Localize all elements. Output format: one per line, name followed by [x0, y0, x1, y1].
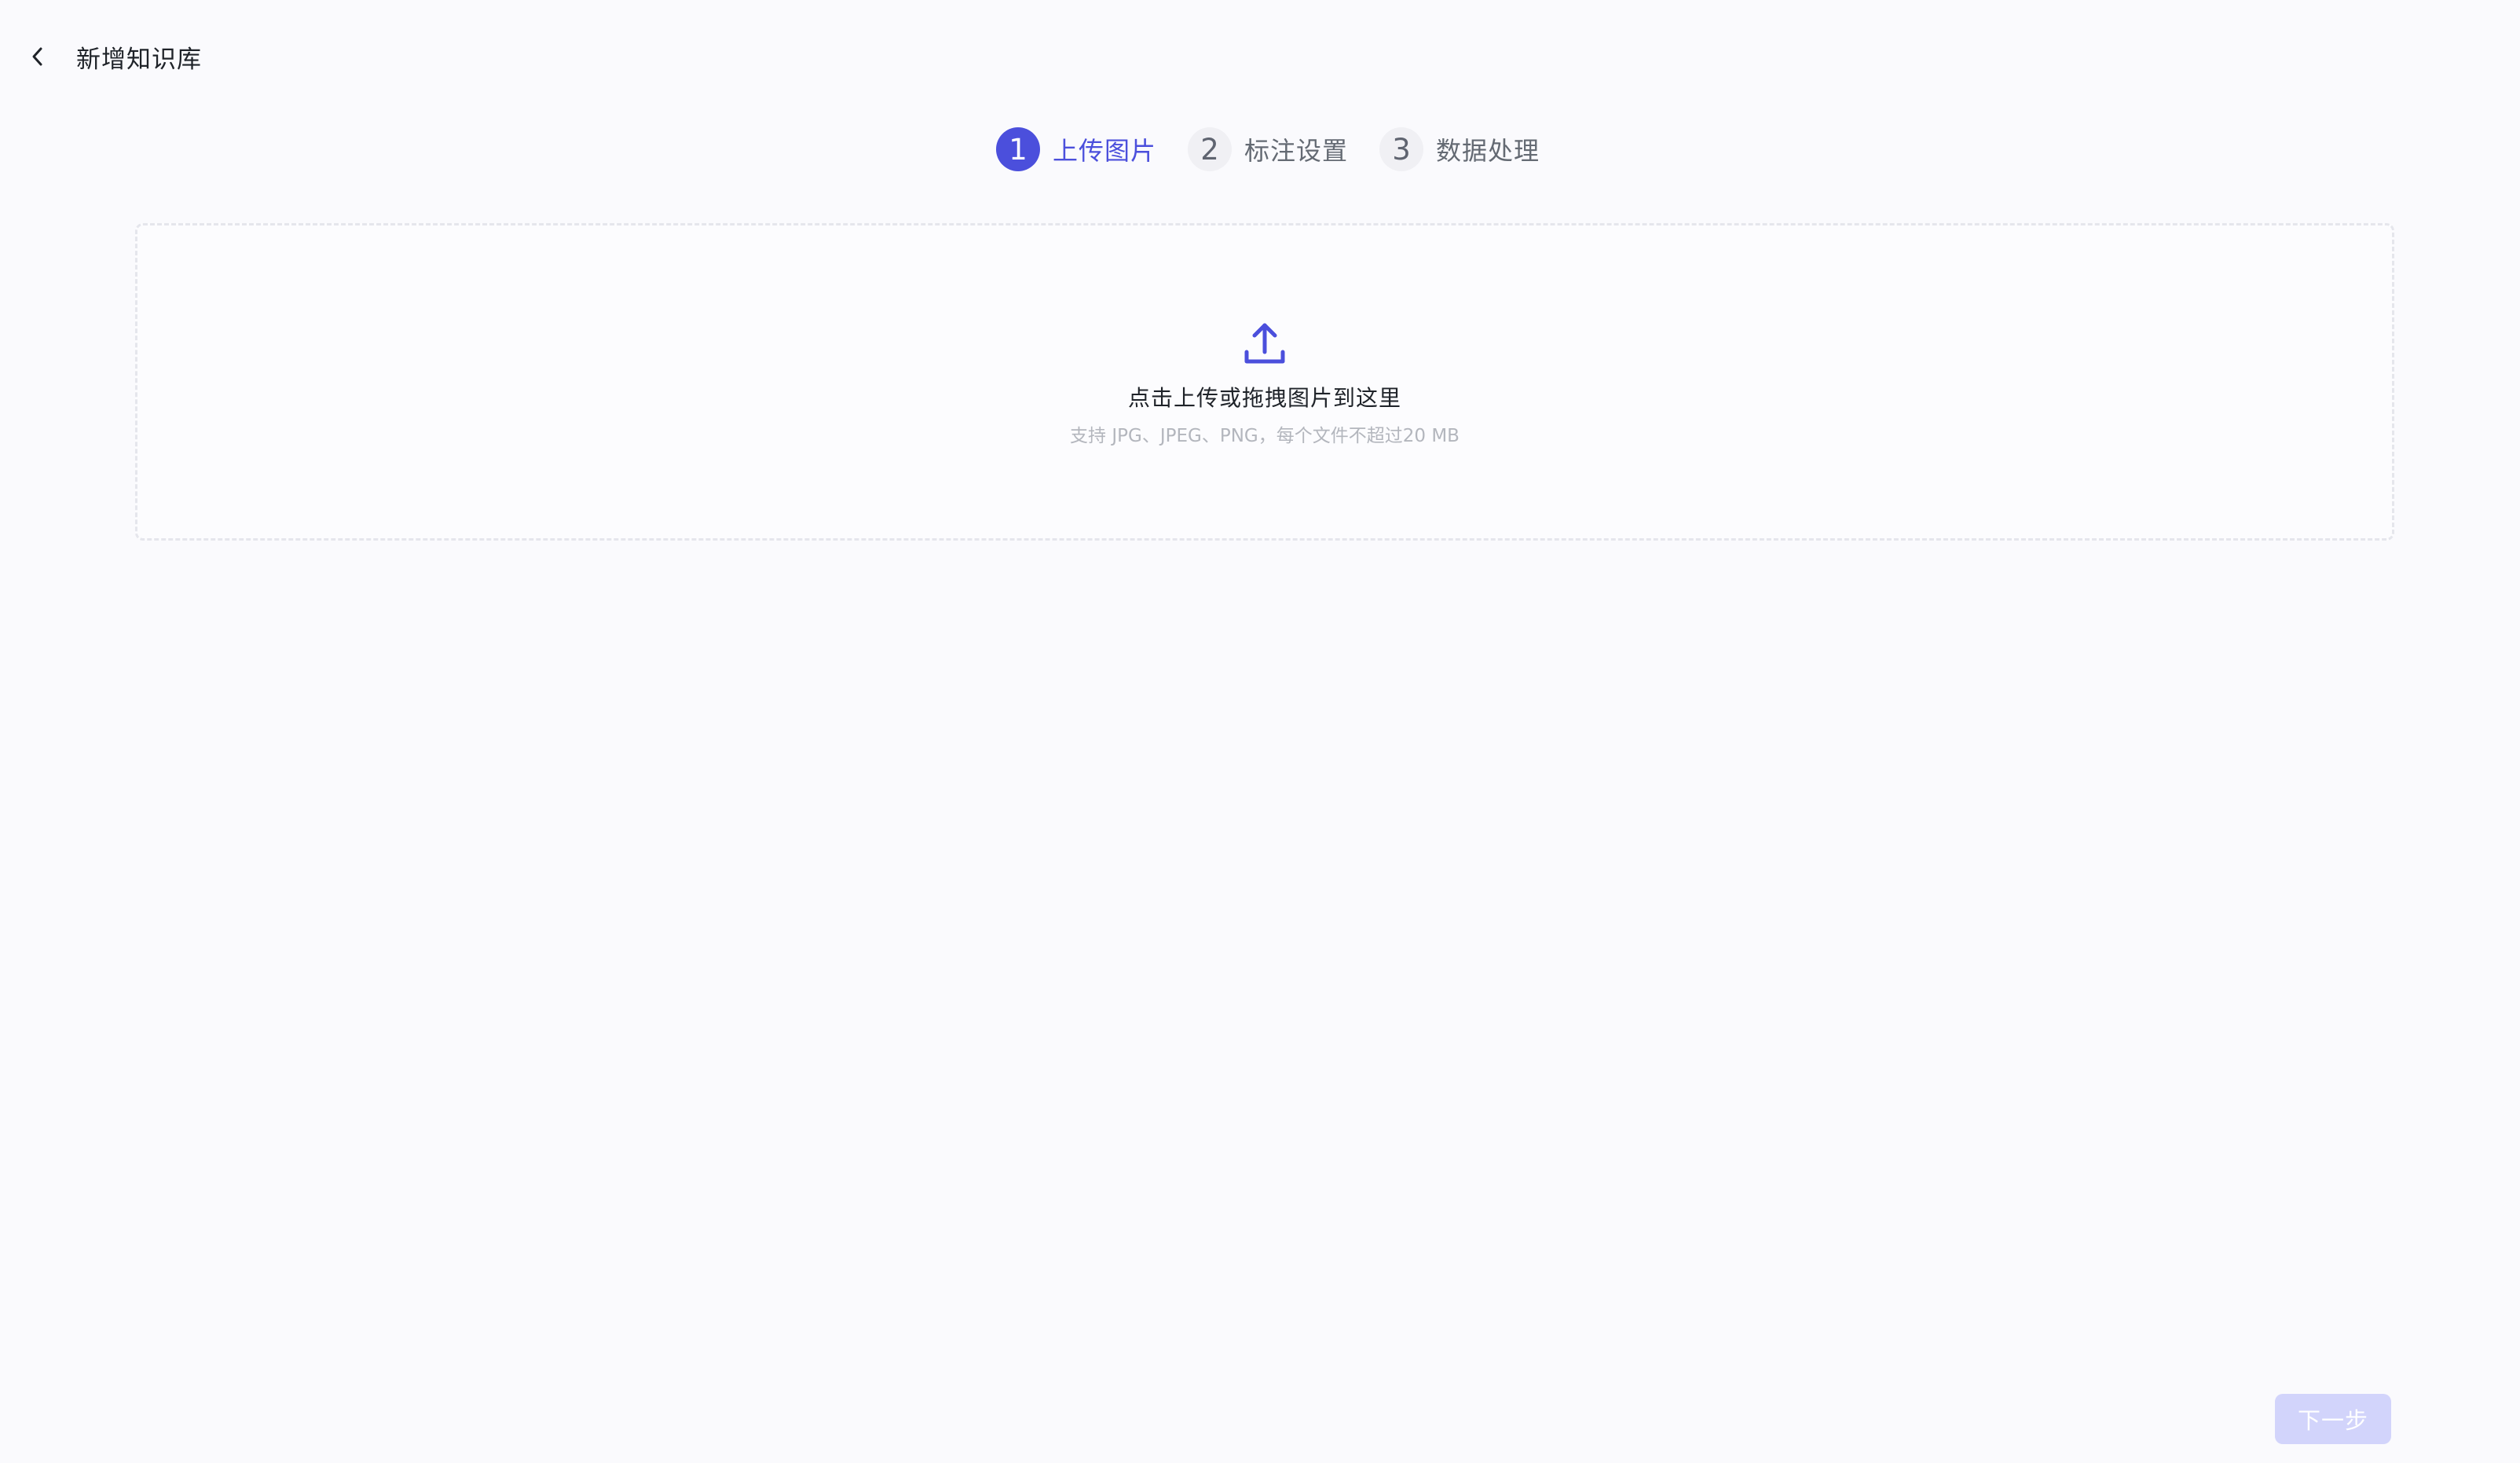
upload-title: 点击上传或拖拽图片到这里	[1127, 385, 1401, 411]
step-number: 1	[996, 127, 1040, 171]
step-label: 上传图片	[1053, 136, 1157, 166]
page-header: 新增知识库	[0, 0, 2520, 115]
step-data-processing: 3 数据处理	[1379, 127, 1540, 171]
step-annotation-settings: 2 标注设置	[1188, 127, 1348, 171]
upload-hint: 支持 JPG、JPEG、PNG，每个文件不超过20 MB	[1070, 426, 1460, 446]
chevron-left-icon	[32, 47, 42, 66]
page-title: 新增知识库	[76, 46, 202, 74]
upload-icon	[1244, 323, 1285, 364]
step-upload-images: 1 上传图片	[996, 127, 1156, 171]
step-number: 2	[1188, 127, 1233, 171]
step-label: 标注设置	[1244, 136, 1349, 166]
stepper: 1 上传图片 2 标注设置 3 数据处理	[996, 127, 1540, 171]
step-label: 数据处理	[1436, 136, 1540, 166]
back-button[interactable]	[22, 41, 53, 72]
next-step-button[interactable]: 下一步	[2275, 1394, 2391, 1444]
step-number: 3	[1379, 127, 1424, 171]
upload-dropzone[interactable]: 点击上传或拖拽图片到这里 支持 JPG、JPEG、PNG，每个文件不超过20 M…	[135, 223, 2394, 541]
